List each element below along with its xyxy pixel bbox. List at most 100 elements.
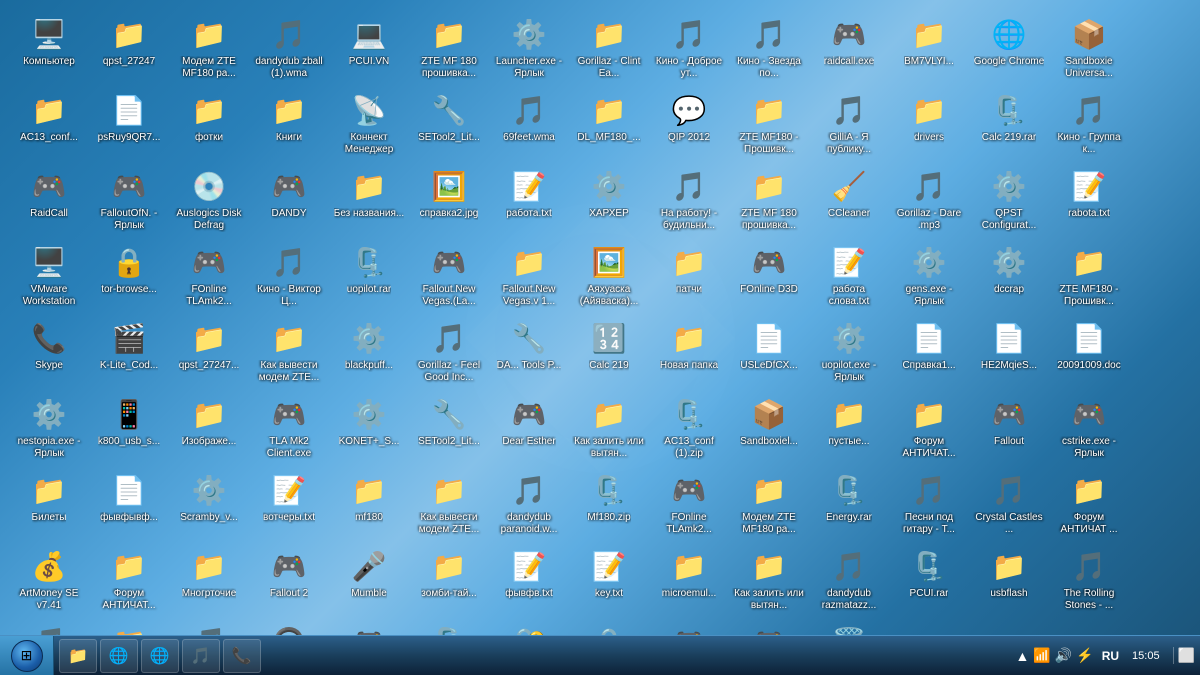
- desktop-icon-22[interactable]: 📁DL_MF180_...: [570, 86, 648, 160]
- desktop-icon-117[interactable]: 🎮FOnline TLAmk2...: [330, 618, 408, 635]
- desktop-icon-96[interactable]: 🎵Песни под гитару - Т...: [890, 466, 968, 540]
- desktop-icon-29[interactable]: 🎮RaidCall: [10, 162, 88, 236]
- desktop-icon-82[interactable]: 📁Форум АНТИЧАТ...: [890, 390, 968, 464]
- desktop-icon-18[interactable]: 📁Книги: [250, 86, 328, 160]
- desktop-icon-87[interactable]: ⚙️Scramby_v...: [170, 466, 248, 540]
- desktop-icon-88[interactable]: 📝вотчеры.txt: [250, 466, 328, 540]
- desktop-icon-72[interactable]: 📱k800_usb_s...: [90, 390, 168, 464]
- desktop-icon-70[interactable]: 📄20091009.doc: [1050, 314, 1128, 388]
- desktop-icon-6[interactable]: 📁ZTE MF 180 прошивка...: [410, 10, 488, 84]
- tray-power[interactable]: ⚡: [1076, 647, 1093, 664]
- desktop-icon-17[interactable]: 📁фотки: [170, 86, 248, 160]
- desktop-icon-60[interactable]: 📁Как вывести модем ZTE...: [250, 314, 328, 388]
- desktop-icon-94[interactable]: 📁Модем ZTE MF180 ра...: [730, 466, 808, 540]
- desktop-icon-3[interactable]: 📁Модем ZTE MF180 ра...: [170, 10, 248, 84]
- desktop-icon-4[interactable]: 🎵dandydub zball (1).wma: [250, 10, 328, 84]
- desktop-icon-44[interactable]: 🔒tor-browse...: [90, 238, 168, 312]
- desktop-icon-42[interactable]: 📝rabota.txt: [1050, 162, 1128, 236]
- desktop-icon-64[interactable]: 🔢Calc 219: [570, 314, 648, 388]
- tray-arrow[interactable]: ▲: [1016, 648, 1030, 664]
- desktop-icon-120[interactable]: 🔒OpenVPN GUI: [570, 618, 648, 635]
- desktop-icon-9[interactable]: 🎵Кино - Доброе ут...: [650, 10, 728, 84]
- desktop-icon-45[interactable]: 🎮FOnline TLAmk2...: [170, 238, 248, 312]
- desktop-icon-107[interactable]: 📁microemul...: [650, 542, 728, 616]
- desktop-icon-101[interactable]: 📁Многрточие: [170, 542, 248, 616]
- desktop-icon-26[interactable]: 📁drivers: [890, 86, 968, 160]
- desktop-icon-80[interactable]: 📦Sandboxiel...: [730, 390, 808, 464]
- desktop-icon-47[interactable]: 🗜️uopilot.rar: [330, 238, 408, 312]
- desktop-icon-37[interactable]: 🎵На работу! - будильни...: [650, 162, 728, 236]
- desktop-icon-99[interactable]: 💰ArtMoney SE v7.41: [10, 542, 88, 616]
- desktop-icon-39[interactable]: 🧹CCleaner: [810, 162, 888, 236]
- desktop-icon-8[interactable]: 📁Gorillaz - Clint Ea...: [570, 10, 648, 84]
- desktop-icon-97[interactable]: 🎵Crystal Castles ...: [970, 466, 1048, 540]
- desktop-icon-69[interactable]: 📄HE2MqieS...: [970, 314, 1048, 388]
- desktop-icon-57[interactable]: 📞Skype: [10, 314, 88, 388]
- desktop-icon-50[interactable]: 🖼️Аяхуаска (Айяваска)...: [570, 238, 648, 312]
- desktop-icon-21[interactable]: 🎵69feet.wma: [490, 86, 568, 160]
- desktop-icon-48[interactable]: 🎮Fallout.New Vegas.(La...: [410, 238, 488, 312]
- desktop-icon-55[interactable]: ⚙️dccrap: [970, 238, 1048, 312]
- desktop-icon-93[interactable]: 🎮FOnline TLAmk2...: [650, 466, 728, 540]
- desktop-icon-84[interactable]: 🎮cstrike.exe - Ярлык: [1050, 390, 1128, 464]
- desktop-icon-81[interactable]: 📁пустые...: [810, 390, 888, 464]
- desktop-icon-108[interactable]: 📁Как залить или вытян...: [730, 542, 808, 616]
- desktop-icon-113[interactable]: 🎵Палево - Инна Др...: [10, 618, 88, 635]
- desktop-icon-73[interactable]: 📁Изображе...: [170, 390, 248, 464]
- desktop-icon-78[interactable]: 📁Как залить или вытян...: [570, 390, 648, 464]
- desktop-icon-34[interactable]: 🖼️справка2.jpg: [410, 162, 488, 236]
- desktop-icon-20[interactable]: 🔧SETool2_Lit...: [410, 86, 488, 160]
- desktop-icon-59[interactable]: 📁qpst_27247...: [170, 314, 248, 388]
- desktop-icon-7[interactable]: ⚙️Launcher.exe - Ярлык: [490, 10, 568, 84]
- desktop-icon-46[interactable]: 🎵Кино - Виктор Ц...: [250, 238, 328, 312]
- desktop-icon-83[interactable]: 🎮Fallout: [970, 390, 1048, 464]
- desktop-icon-53[interactable]: 📝работа слова.txt: [810, 238, 888, 312]
- desktop-icon-28[interactable]: 🎵Кино - Группа к...: [1050, 86, 1128, 160]
- desktop-icon-109[interactable]: 🎵dandydub razmatazz...: [810, 542, 888, 616]
- desktop-icon-23[interactable]: 💬QIP 2012: [650, 86, 728, 160]
- desktop-icon-111[interactable]: 📁usbflash: [970, 542, 1048, 616]
- desktop-icon-51[interactable]: 📁патчи: [650, 238, 728, 312]
- desktop-icon-104[interactable]: 📁зомби-тай...: [410, 542, 488, 616]
- desktop-icon-19[interactable]: 📡Коннект Менеджер: [330, 86, 408, 160]
- desktop-icon-33[interactable]: 📁Без названия...: [330, 162, 408, 236]
- desktop-icon-76[interactable]: 🔧SETool2_Lit...: [410, 390, 488, 464]
- desktop-icon-98[interactable]: 📁Форум АНТИЧАТ ...: [1050, 466, 1128, 540]
- desktop-icon-27[interactable]: 🗜️Calc 219.rar: [970, 86, 1048, 160]
- desktop-icon-58[interactable]: 🎬K-Lite_Cod...: [90, 314, 168, 388]
- desktop-icon-40[interactable]: 🎵Gorillaz - Dare .mp3: [890, 162, 968, 236]
- desktop-icon-122[interactable]: 🎮Falldemo.exe - Ярлык: [730, 618, 808, 635]
- desktop-icon-66[interactable]: 📄USLeDfCX...: [730, 314, 808, 388]
- desktop-icon-24[interactable]: 📁ZTE MF180 - Прошивк...: [730, 86, 808, 160]
- desktop-icon-75[interactable]: ⚙️KONET+_S...: [330, 390, 408, 464]
- desktop-icon-15[interactable]: 📁AC13_conf...: [10, 86, 88, 160]
- desktop-icon-123[interactable]: 🗑️Корзина: [810, 618, 888, 635]
- desktop-icon-10[interactable]: 🎵Кино - Звезда по...: [730, 10, 808, 84]
- desktop-icon-74[interactable]: 🎮TLA Mk2 Client.exe: [250, 390, 328, 464]
- desktop-icon-77[interactable]: 🎮Dear Esther: [490, 390, 568, 464]
- desktop-icon-67[interactable]: ⚙️uopilot.exe - Ярлык: [810, 314, 888, 388]
- desktop-icon-115[interactable]: 🎵Кино - Пачка Сиг...: [170, 618, 248, 635]
- desktop-icon-105[interactable]: 📝фывфв.txt: [490, 542, 568, 616]
- desktop-icon-85[interactable]: 📁Билеты: [10, 466, 88, 540]
- desktop-icon-43[interactable]: 🖥️VMware Workstation: [10, 238, 88, 312]
- taskbar-btn-chrome[interactable]: 🌐: [100, 639, 138, 673]
- show-desktop-btn[interactable]: ⬜: [1173, 647, 1195, 664]
- desktop-icon-90[interactable]: 📁Как вывести модем ZTE...: [410, 466, 488, 540]
- desktop-icon-1[interactable]: 🖥️Компьютер: [10, 10, 88, 84]
- desktop-icon-25[interactable]: 🎵GilliA - Я публику...: [810, 86, 888, 160]
- desktop-icon-110[interactable]: 🗜️PCUI.rar: [890, 542, 968, 616]
- desktop-icon-92[interactable]: 🗜️Mf180.zip: [570, 466, 648, 540]
- desktop-icon-14[interactable]: 📦Sandboxie Universa...: [1050, 10, 1128, 84]
- language-indicator[interactable]: RU: [1102, 649, 1119, 663]
- desktop-icon-112[interactable]: 🎵The Rolling Stones - ...: [1050, 542, 1128, 616]
- desktop-icon-100[interactable]: 📁Форум АНТИЧАТ...: [90, 542, 168, 616]
- system-clock[interactable]: 15:05: [1127, 650, 1165, 662]
- desktop-icon-61[interactable]: ⚙️blackpuff...: [330, 314, 408, 388]
- desktop-icon-103[interactable]: 🎤Mumble: [330, 542, 408, 616]
- desktop-icon-71[interactable]: ⚙️nestopia.exe - Ярлык: [10, 390, 88, 464]
- tray-volume[interactable]: 🔊: [1055, 647, 1072, 664]
- desktop-icon-31[interactable]: 💿Auslogics Disk Defrag: [170, 162, 248, 236]
- desktop-icon-65[interactable]: 📁Новая папка: [650, 314, 728, 388]
- tray-network[interactable]: 📶: [1033, 647, 1050, 664]
